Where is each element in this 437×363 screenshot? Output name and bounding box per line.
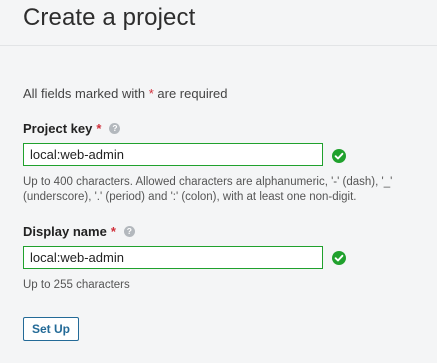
- project-key-required-star: *: [96, 121, 102, 136]
- required-fields-note: All fields marked with * are required: [23, 86, 228, 101]
- required-note-prefix: All fields marked with: [23, 86, 149, 101]
- question-circle-icon[interactable]: ?: [123, 226, 135, 237]
- display-name-label: Display name * ?: [23, 224, 135, 239]
- check-circle-icon: [332, 251, 346, 265]
- project-key-help: Up to 400 characters. Allowed characters…: [23, 176, 393, 203]
- display-name-help: Up to 255 characters: [23, 279, 130, 291]
- check-circle-icon: [332, 149, 346, 163]
- create-project-page: Create a project All fields marked with …: [0, 0, 437, 363]
- required-note-suffix: are required: [153, 86, 228, 101]
- set-up-button[interactable]: Set Up: [23, 317, 79, 341]
- project-key-input[interactable]: [23, 143, 323, 166]
- page-header: Create a project: [0, 0, 437, 46]
- display-name-required-star: *: [110, 224, 116, 239]
- display-name-input[interactable]: [23, 246, 323, 269]
- page-title: Create a project: [23, 4, 196, 31]
- display-name-label-text: Display name: [23, 224, 107, 239]
- question-circle-icon[interactable]: ?: [109, 123, 121, 134]
- project-key-label-text: Project key: [23, 121, 93, 136]
- project-key-label: Project key * ?: [23, 121, 121, 136]
